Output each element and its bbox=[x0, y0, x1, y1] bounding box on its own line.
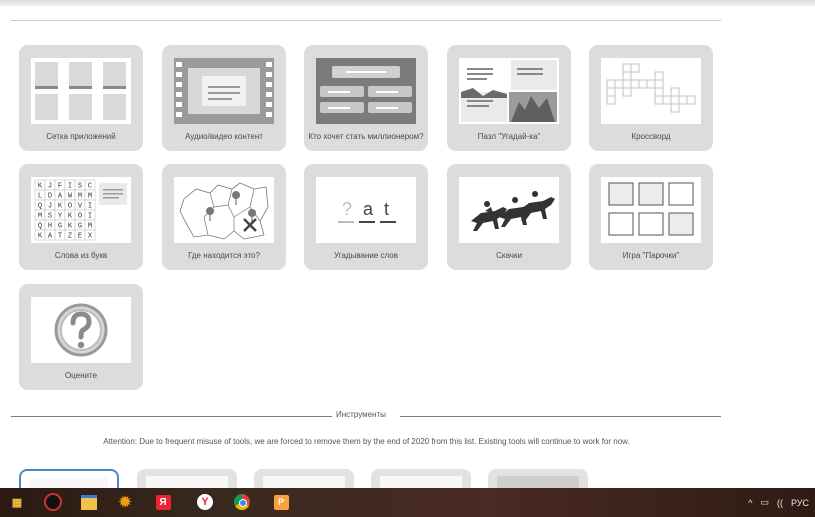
pairs-thumbnail bbox=[601, 177, 701, 243]
tile-label: Скачки bbox=[496, 250, 522, 260]
store-icon[interactable]: ▦ bbox=[8, 493, 26, 511]
tools-section-title: Инструменты bbox=[336, 410, 386, 419]
tile-pairs[interactable]: Игра "Парочки" bbox=[589, 164, 713, 270]
settings-icon[interactable]: ✹ bbox=[116, 493, 134, 511]
tile-label: Слова из букв bbox=[54, 250, 108, 260]
top-divider bbox=[11, 20, 721, 21]
battery-icon[interactable]: ▭ bbox=[760, 497, 769, 508]
tile-label: Сетка приложений bbox=[46, 131, 116, 141]
film-strip-thumbnail bbox=[174, 58, 274, 124]
letter: T bbox=[58, 233, 62, 241]
tile-rate[interactable]: Оцените bbox=[19, 284, 143, 390]
tile-audio-video[interactable]: Аудио/видео контент bbox=[162, 45, 286, 151]
tile-horse-race[interactable]: Скачки bbox=[447, 164, 571, 270]
camera-app-icon[interactable] bbox=[44, 493, 62, 511]
letter: G bbox=[58, 223, 62, 231]
tile-where-is-it[interactable]: Где находится это? bbox=[162, 164, 286, 270]
tile-label: Угадывание слов bbox=[334, 250, 398, 260]
app-grid-thumbnail bbox=[31, 58, 131, 124]
letter: G bbox=[78, 223, 82, 231]
letter: M bbox=[88, 223, 92, 231]
letter: M bbox=[78, 193, 82, 201]
letter-grid-thumbnail: KJFISCLDAWMMQJKOVIMSYKOIQHGKGMKATZEX bbox=[31, 177, 131, 243]
language-indicator[interactable]: РУС bbox=[791, 498, 809, 508]
system-tray: ^ ▭ (( РУС bbox=[748, 488, 809, 517]
letter: S bbox=[48, 213, 52, 221]
letter: E bbox=[78, 233, 82, 241]
tile-label: Кроссворд bbox=[631, 131, 671, 141]
horse-race-thumbnail bbox=[459, 177, 559, 243]
wifi-icon[interactable]: (( bbox=[777, 498, 783, 508]
tile-letter-words[interactable]: KJFISCLDAWMMQJKOVIMSYKOIQHGKGMKATZEX Сло… bbox=[19, 164, 143, 270]
chrome-icon[interactable] bbox=[233, 493, 251, 511]
letter: S bbox=[78, 183, 82, 191]
tile-label: Оцените bbox=[64, 370, 98, 380]
window-top-edge bbox=[0, 0, 815, 6]
tile-millionaire[interactable]: Кто хочет стать миллионером? bbox=[304, 45, 428, 151]
letter: Q bbox=[38, 203, 42, 211]
letter: D bbox=[48, 193, 52, 201]
puzzle-thumbnail bbox=[459, 58, 559, 124]
tile-guess-words[interactable]: ? a t Угадывание слов bbox=[304, 164, 428, 270]
tile-label: Аудио/видео контент bbox=[185, 131, 263, 141]
word-guess-thumbnail: ? a t bbox=[316, 177, 416, 243]
tile-puzzle[interactable]: Пазл "Угадай-ка" bbox=[447, 45, 571, 151]
letter: I bbox=[68, 183, 72, 191]
letter: H bbox=[48, 223, 52, 231]
letter: Z bbox=[68, 233, 72, 241]
revealed-letter-t: t bbox=[384, 199, 389, 219]
tools-separator-left bbox=[11, 416, 332, 417]
tile-crossword[interactable]: Кроссворд bbox=[589, 45, 713, 151]
letter: I bbox=[88, 203, 92, 211]
tile-label: Игра "Парочки" bbox=[622, 250, 680, 260]
tile-app-grid[interactable]: Сетка приложений bbox=[19, 45, 143, 151]
letter: L bbox=[38, 193, 42, 201]
tile-label: Где находится это? bbox=[188, 250, 260, 260]
attention-notice: Attention: Due to frequent misuse of too… bbox=[103, 437, 630, 446]
letter: Q bbox=[38, 223, 42, 231]
letter: M bbox=[88, 193, 92, 201]
question-mark-thumbnail bbox=[31, 297, 131, 363]
crossword-thumbnail bbox=[601, 58, 701, 124]
yandex-browser-icon[interactable]: Y bbox=[196, 493, 214, 511]
hidden-letter: ? bbox=[342, 199, 352, 219]
letter: F bbox=[58, 183, 62, 191]
letter: C bbox=[88, 183, 92, 191]
letter: M bbox=[38, 213, 42, 221]
letter: J bbox=[48, 203, 52, 211]
tile-label: Кто хочет стать миллионером? bbox=[308, 131, 424, 141]
taskbar: ▦ ✹ Я Y P ^ ▭ (( РУС bbox=[0, 488, 815, 517]
tools-separator-right bbox=[400, 416, 721, 417]
revealed-letter-a: a bbox=[363, 199, 374, 219]
map-thumbnail bbox=[174, 177, 274, 243]
yandex-icon[interactable]: Я bbox=[154, 493, 172, 511]
chevron-up-icon[interactable]: ^ bbox=[748, 498, 752, 508]
letter: O bbox=[68, 203, 72, 211]
quiz-thumbnail bbox=[316, 58, 416, 124]
file-explorer-icon[interactable] bbox=[80, 493, 98, 511]
letter: O bbox=[78, 213, 82, 221]
tile-label: Пазл "Угадай-ка" bbox=[477, 131, 541, 141]
paint-icon[interactable]: P bbox=[272, 493, 290, 511]
letter: J bbox=[48, 183, 52, 191]
letter: I bbox=[88, 213, 92, 221]
